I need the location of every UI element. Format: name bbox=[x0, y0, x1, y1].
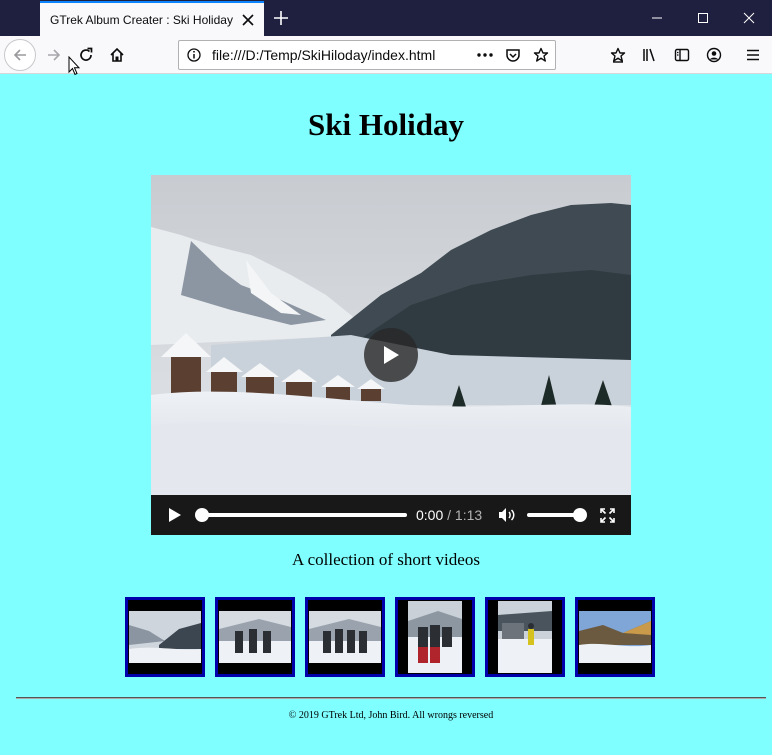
window-titlebar: GTrek Album Creater : Ski Holiday bbox=[0, 0, 772, 36]
scrub-bar[interactable] bbox=[195, 508, 407, 522]
tab-title: GTrek Album Creater : Ski Holiday bbox=[50, 12, 233, 27]
thumbnail-2[interactable] bbox=[215, 597, 295, 677]
info-icon[interactable] bbox=[179, 41, 209, 69]
duration: 1:13 bbox=[454, 507, 483, 523]
play-icon bbox=[384, 346, 399, 364]
video-controls: 0:00 / 1:13 bbox=[151, 495, 631, 535]
minimize-icon[interactable] bbox=[634, 0, 680, 36]
library-icon[interactable] bbox=[634, 39, 666, 71]
forward-arrow-icon[interactable] bbox=[38, 39, 70, 71]
sidebar-icon[interactable] bbox=[666, 39, 698, 71]
big-play-button[interactable] bbox=[364, 328, 418, 382]
url-bar[interactable]: file:///D:/Temp/SkiHiloday/index.html bbox=[178, 40, 556, 70]
time-separator: / bbox=[443, 507, 455, 523]
thumbnail-6[interactable] bbox=[575, 597, 655, 677]
bookmarks-menu-icon[interactable] bbox=[602, 39, 634, 71]
pocket-icon[interactable] bbox=[499, 41, 527, 69]
nav-toolbar: file:///D:/Temp/SkiHiloday/index.html bbox=[0, 36, 772, 74]
footer-copyright: © 2019 GTrek Ltd, John Bird. All wrongs … bbox=[288, 710, 494, 721]
active-tab[interactable]: GTrek Album Creater : Ski Holiday bbox=[40, 1, 264, 36]
video-caption: A collection of short videos bbox=[292, 550, 480, 569]
thumbnail-5[interactable] bbox=[485, 597, 565, 677]
volume-thumb[interactable] bbox=[573, 508, 587, 522]
thumbnail-1[interactable] bbox=[125, 597, 205, 677]
url-text[interactable]: file:///D:/Temp/SkiHiloday/index.html bbox=[209, 47, 471, 63]
back-arrow-icon[interactable] bbox=[4, 39, 36, 71]
home-icon[interactable] bbox=[101, 39, 133, 71]
close-window-icon[interactable] bbox=[726, 0, 772, 36]
scrub-thumb[interactable] bbox=[195, 508, 209, 522]
hamburger-menu-icon[interactable] bbox=[737, 39, 769, 71]
time-display: 0:00 / 1:13 bbox=[416, 495, 482, 535]
fullscreen-icon[interactable] bbox=[595, 495, 619, 535]
volume-slider[interactable] bbox=[527, 508, 587, 522]
plus-icon[interactable] bbox=[268, 5, 294, 31]
volume-icon[interactable] bbox=[494, 495, 520, 535]
thumbnail-strip bbox=[125, 597, 655, 677]
video-player[interactable]: 0:00 / 1:13 bbox=[151, 175, 631, 535]
thumbnail-3[interactable] bbox=[305, 597, 385, 677]
thumbnail-4[interactable] bbox=[395, 597, 475, 677]
maximize-icon[interactable] bbox=[680, 0, 726, 36]
page-title: Ski Holiday bbox=[308, 107, 464, 142]
play-button[interactable] bbox=[161, 495, 189, 535]
more-icon[interactable] bbox=[471, 41, 499, 69]
star-icon[interactable] bbox=[527, 41, 555, 69]
footer-divider bbox=[16, 697, 766, 699]
mouse-cursor-icon bbox=[68, 55, 81, 76]
current-time: 0:00 bbox=[416, 507, 444, 523]
play-icon bbox=[169, 508, 181, 522]
account-icon[interactable] bbox=[698, 39, 730, 71]
close-icon[interactable] bbox=[236, 8, 260, 32]
